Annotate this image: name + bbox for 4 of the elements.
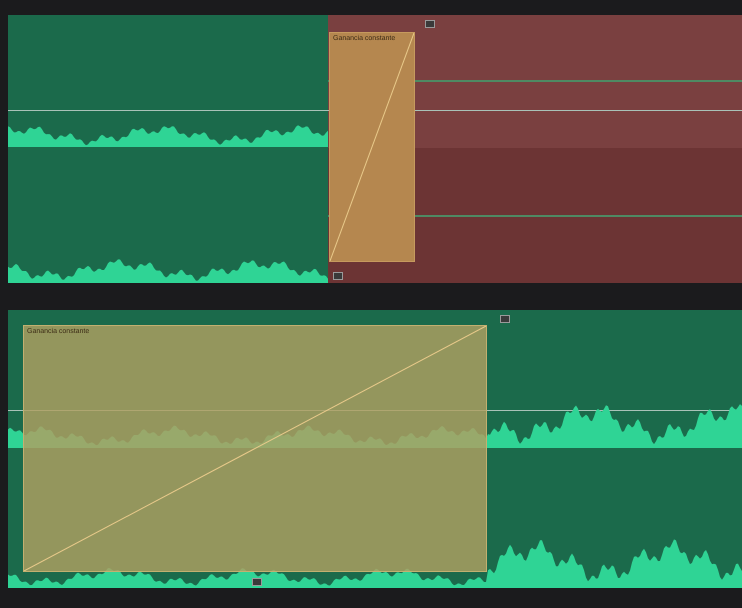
marker-icon[interactable]: [500, 315, 510, 323]
marker-icon[interactable]: [333, 272, 343, 280]
marker-icon[interactable]: [252, 578, 262, 586]
marker-icon[interactable]: [425, 20, 435, 28]
